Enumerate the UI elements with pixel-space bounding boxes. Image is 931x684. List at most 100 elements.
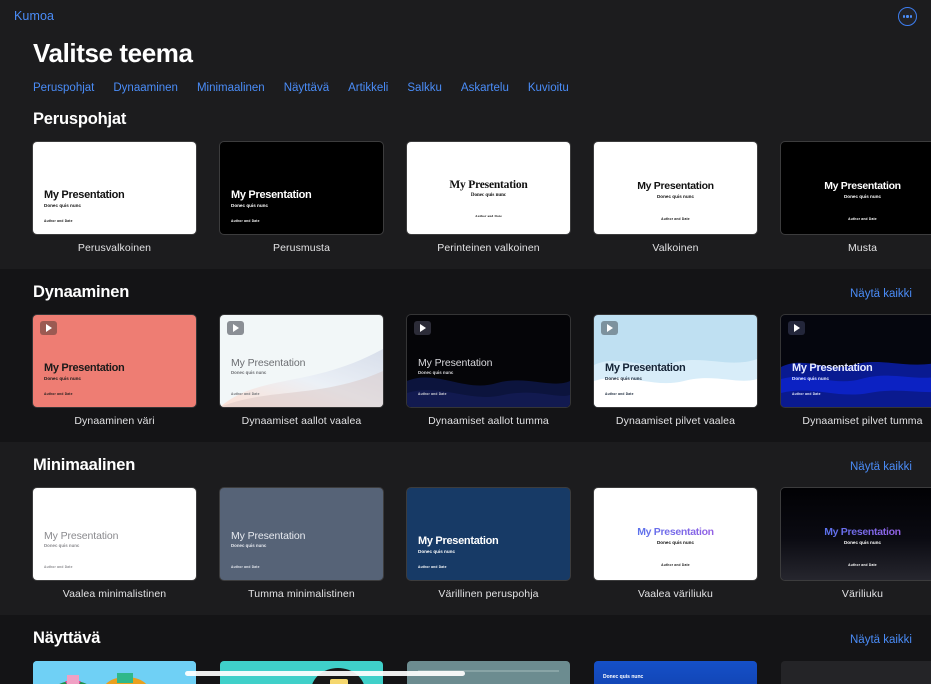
slide-title: My Presentation xyxy=(781,526,931,538)
theme-card[interactable]: My PresentationDonec quis nuncAuthor and… xyxy=(407,488,570,600)
theme-thumbnail[interactable]: My PresentationDonec quis nuncAuthor and… xyxy=(33,488,196,580)
theme-thumbnail[interactable]: My PresentationDonec quis nuncAuthor and… xyxy=(781,142,931,234)
theme-card[interactable]: My PresentationDonec quis nuncAuthor and… xyxy=(407,142,570,254)
slide-subtitle: Donec quis nunc xyxy=(418,370,453,375)
theme-section-3: NäyttäväNäytä kaikki DONEC QUIS NUNCMY PR… xyxy=(0,615,931,684)
slide-preview: My PresentationDonec quis nuncAuthor and… xyxy=(594,315,757,407)
play-icon xyxy=(788,321,805,335)
section-header: MinimaalinenNäytä kaikki xyxy=(33,456,931,475)
cancel-button[interactable]: Kumoa xyxy=(14,9,54,23)
theme-thumbnail[interactable]: My PresentationDonec quis nuncAuthor and… xyxy=(407,488,570,580)
slide-preview: My PresentationDonec quis nuncAuthor and… xyxy=(594,142,757,234)
theme-row[interactable]: My PresentationDonec quis nuncAuthor and… xyxy=(33,488,931,600)
slide-preview: My PresentationDonec quis nuncAuthor and… xyxy=(33,142,196,234)
slide-title: My Presentation xyxy=(231,530,305,542)
slide-author: Author and Date xyxy=(594,217,757,221)
play-icon xyxy=(40,321,57,335)
slide-title: My Presentation xyxy=(594,526,757,538)
theme-card[interactable]: My PresentationDonec quis nuncAuthor and… xyxy=(594,142,757,254)
theme-thumbnail[interactable]: DONEC QUIS NUNCMY PRESENTATION xyxy=(781,661,931,684)
slide-author: Author and Date xyxy=(418,565,447,569)
slide-title: My Presentation xyxy=(231,357,305,369)
theme-thumbnail[interactable]: My PresentationDonec quis nuncAuthor and… xyxy=(220,142,383,234)
theme-name-label: Tumma minimalistinen xyxy=(220,588,383,600)
theme-name-label: Väriliuku xyxy=(781,588,931,600)
theme-section-2: MinimaalinenNäytä kaikki My PresentationD… xyxy=(0,442,931,615)
theme-thumbnail[interactable]: My PresentationDonec quis nuncAuthor and… xyxy=(594,142,757,234)
theme-name-label: Vaalea väriliuku xyxy=(594,588,757,600)
slide-preview: My PresentationDonec quis nuncAuthor and… xyxy=(407,315,570,407)
category-link-7[interactable]: Kuvioitu xyxy=(528,82,569,94)
theme-thumbnail[interactable]: Donec quis nunc xyxy=(594,661,757,684)
slide-subtitle: Donec quis nunc xyxy=(44,203,81,208)
theme-card[interactable]: My PresentationDonec quis nuncAuthor and… xyxy=(594,315,757,427)
show-all-link[interactable]: Näytä kaikki xyxy=(850,461,912,475)
theme-thumbnail[interactable]: My PresentationDonec quis nuncAuthor and… xyxy=(594,488,757,580)
theme-card[interactable]: DONEC QUIS NUNCMY PRESENTATIONDonec quis… xyxy=(33,661,196,684)
theme-thumbnail[interactable]: My PresentationDonec quis nuncAuthor and… xyxy=(220,315,383,407)
theme-row[interactable]: DONEC QUIS NUNCMY PRESENTATION Donec quis… xyxy=(33,661,931,684)
theme-name-label: Dynaamiset aallot tumma xyxy=(407,415,570,427)
section-header: NäyttäväNäytä kaikki xyxy=(33,629,931,648)
slide-author: Author and Date xyxy=(231,565,260,569)
section-header: Peruspohjat xyxy=(33,110,931,129)
show-all-link[interactable]: Näytä kaikki xyxy=(850,634,912,648)
show-all-link[interactable]: Näytä kaikki xyxy=(850,288,912,302)
theme-card[interactable]: My PresentationDonec quis nuncAuthor and… xyxy=(220,488,383,600)
theme-thumbnail[interactable]: My PresentationDonec quis nuncAuthor and… xyxy=(33,315,196,407)
theme-card[interactable]: DONEC QUIS NUNCMY PRESENTATION xyxy=(781,661,931,684)
theme-name-label: Perusvalkoinen xyxy=(33,242,196,254)
slide-subtitle: Donec quis nunc xyxy=(44,376,81,381)
slide-title: My Presentation xyxy=(407,179,570,191)
theme-card[interactable]: My PresentationDonec quis nuncAuthor and… xyxy=(220,142,383,254)
theme-name-label: Valkoinen xyxy=(594,242,757,254)
theme-card[interactable]: My PresentationDonec quis nuncAuthor and… xyxy=(781,315,931,427)
theme-card[interactable]: My PresentationDonec quis nuncAuthor and… xyxy=(220,315,383,427)
theme-row[interactable]: My Presentation Donec quis nunc Author and… xyxy=(33,142,931,254)
theme-row[interactable]: My PresentationDonec quis nuncAuthor and… xyxy=(33,315,931,427)
slide-title: My Presentation xyxy=(605,362,685,374)
ellipsis-icon xyxy=(903,15,913,17)
theme-card[interactable]: My PresentationDonec quis nuncAuthor and… xyxy=(33,142,196,254)
slide-author: Author and Date xyxy=(44,565,73,569)
theme-thumbnail[interactable]: My PresentationDonec quis nuncAuthor and… xyxy=(407,142,570,234)
theme-thumbnail[interactable]: DONEC QUIS NUNCMY PRESENTATIONDonec quis… xyxy=(33,661,196,684)
theme-thumbnail[interactable]: My PresentationDonec quis nuncAuthor and… xyxy=(594,315,757,407)
theme-card[interactable]: My PresentationDonec quis nuncAuthor and… xyxy=(781,488,931,600)
theme-card[interactable]: Donec quis nunc xyxy=(594,661,757,684)
category-link-0[interactable]: Peruspohjat xyxy=(33,82,94,94)
theme-thumbnail[interactable]: My PresentationDonec quis nuncAuthor and… xyxy=(33,142,196,234)
slide-preview: My PresentationDonec quis nuncAuthor and… xyxy=(407,488,570,580)
slide-author: Author and Date xyxy=(781,563,931,567)
theme-thumbnail[interactable]: My PresentationDonec quis nuncAuthor and… xyxy=(781,488,931,580)
slide-preview: My PresentationDonec quis nuncAuthor and… xyxy=(220,142,383,234)
slide-title: My Presentation xyxy=(418,357,492,369)
theme-thumbnail[interactable]: My PresentationDonec quis nuncAuthor and… xyxy=(220,488,383,580)
theme-card[interactable]: My PresentationDonec quis nuncAuthor and… xyxy=(781,142,931,254)
category-link-2[interactable]: Minimaalinen xyxy=(197,82,265,94)
theme-name-label: Dynaamiset pilvet vaalea xyxy=(594,415,757,427)
theme-name-label: Dynaamiset pilvet tumma xyxy=(781,415,931,427)
theme-thumbnail[interactable]: My PresentationDonec quis nuncAuthor and… xyxy=(781,315,931,407)
theme-name-label: Värillinen peruspohja xyxy=(407,588,570,600)
theme-card[interactable]: My PresentationDonec quis nuncAuthor and… xyxy=(407,315,570,427)
theme-card[interactable]: My PresentationDonec quis nuncAuthor and… xyxy=(33,488,196,600)
theme-name-label: Vaalea minimalistinen xyxy=(33,588,196,600)
category-link-6[interactable]: Askartelu xyxy=(461,82,509,94)
theme-card[interactable]: My PresentationDonec quis nuncAuthor and… xyxy=(33,315,196,427)
category-link-1[interactable]: Dynaaminen xyxy=(113,82,178,94)
theme-section-1: DynaaminenNäytä kaikkiMy PresentationDon… xyxy=(0,269,931,442)
slide-author: Author and Date xyxy=(781,217,931,221)
slide-subtitle: Donec quis nunc xyxy=(594,194,757,199)
more-options-button[interactable] xyxy=(898,7,917,26)
theme-thumbnail[interactable]: My PresentationDonec quis nuncAuthor and… xyxy=(407,315,570,407)
category-link-3[interactable]: Näyttävä xyxy=(284,82,329,94)
category-link-4[interactable]: Artikkeli xyxy=(348,82,388,94)
slide-title: My Presentation xyxy=(44,362,124,374)
svg-text:Donec quis nunc: Donec quis nunc xyxy=(603,674,644,680)
play-icon xyxy=(601,321,618,335)
play-icon xyxy=(414,321,431,335)
theme-card[interactable]: My PresentationDonec quis nuncAuthor and… xyxy=(594,488,757,600)
horizontal-scrollbar[interactable] xyxy=(185,671,465,676)
category-link-5[interactable]: Salkku xyxy=(407,82,442,94)
